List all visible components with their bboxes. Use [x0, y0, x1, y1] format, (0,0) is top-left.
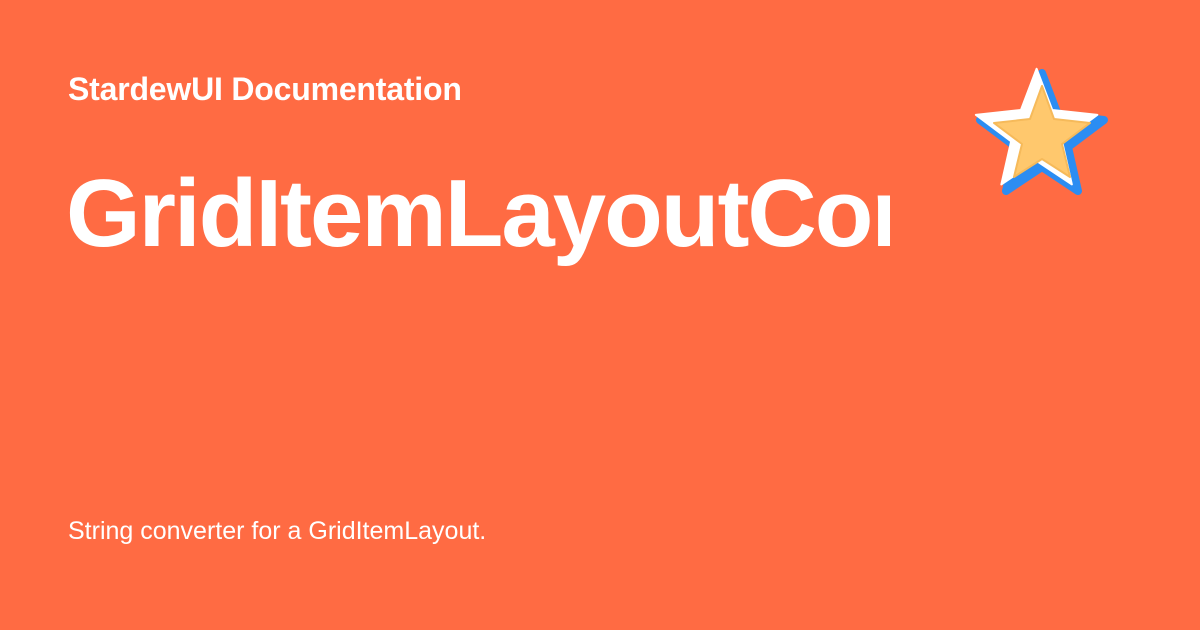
site-name: StardewUI Documentation [68, 71, 462, 107]
star-icon [974, 67, 1108, 195]
page-title: GridItemLayoutConverter [66, 160, 890, 267]
page-description: String converter for a GridItemLayout. [68, 517, 487, 545]
page-title-container: GridItemLayoutConverter [66, 158, 890, 270]
social-preview-card: StardewUI Documentation GridItemLayoutCo… [0, 0, 1200, 630]
star-logo-icon [972, 62, 1122, 202]
